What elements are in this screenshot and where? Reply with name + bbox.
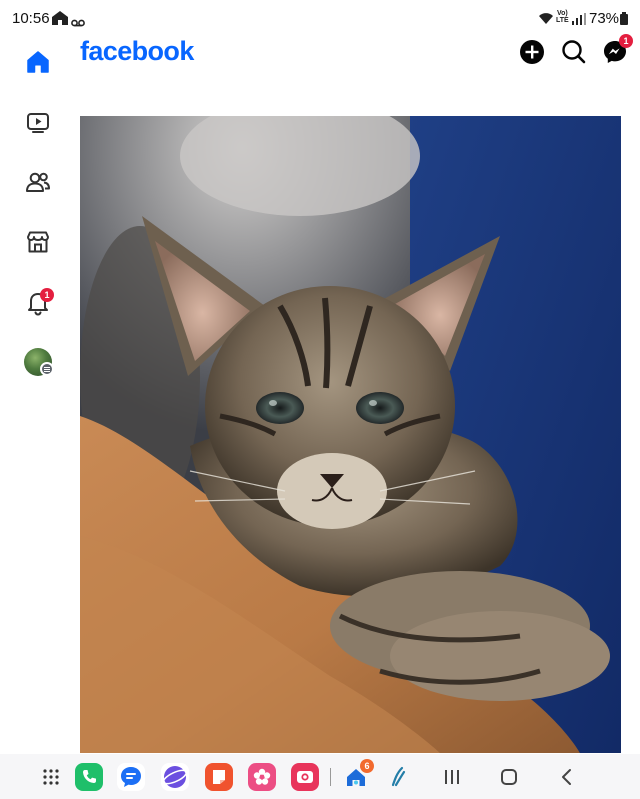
nav-friends[interactable] [22, 166, 54, 198]
nav-marketplace[interactable] [22, 226, 54, 258]
notes-app[interactable] [205, 763, 233, 791]
voicemail-icon [71, 14, 85, 32]
recents-button[interactable] [441, 766, 463, 788]
internet-icon [162, 766, 188, 788]
recent-app-badge: 6 [360, 759, 374, 773]
wifi-icon [538, 11, 554, 29]
status-time: 10:56 [12, 10, 50, 27]
menu-icon [40, 362, 54, 376]
signal-icon [572, 12, 586, 30]
messages-icon [121, 767, 141, 787]
battery-percent: 73% [589, 10, 620, 27]
battery-icon [620, 12, 628, 30]
back-button[interactable] [556, 766, 578, 788]
nav-profile[interactable] [22, 346, 54, 378]
messenger-badge: 1 [619, 34, 633, 48]
recents-icon [445, 770, 459, 784]
camera-app[interactable] [291, 763, 319, 791]
messenger-button[interactable]: 1 [601, 34, 633, 66]
volte-line2: LTE [556, 17, 569, 24]
phone-icon [83, 770, 96, 783]
marketplace-icon [27, 231, 49, 253]
home-icon [27, 51, 49, 73]
search-icon [562, 40, 586, 64]
internet-app[interactable] [161, 763, 189, 791]
create-post-button[interactable] [518, 38, 546, 66]
apps-grid-icon[interactable] [42, 768, 60, 786]
friends-icon [26, 172, 50, 192]
gallery-app[interactable] [248, 763, 276, 791]
nav-home[interactable] [22, 46, 54, 78]
kitten-photo [80, 116, 621, 753]
notifications-badge: 1 [40, 288, 54, 302]
smartthings-app[interactable]: 6 [342, 759, 374, 791]
notes-icon [213, 770, 225, 784]
status-bar: 10:56 Vo) LTE 73% [0, 0, 640, 36]
taskbar: 6 [0, 754, 640, 799]
recent-app[interactable] [384, 763, 412, 791]
home-key-icon [501, 769, 517, 785]
nav-notifications[interactable]: 1 [22, 286, 54, 318]
post-photo[interactable] [80, 116, 621, 753]
nav-video[interactable] [22, 106, 54, 138]
messages-app[interactable] [117, 763, 145, 791]
volte-line1: Vo) [556, 10, 568, 17]
search-button[interactable] [560, 38, 588, 66]
facebook-logo[interactable]: facebook [80, 36, 194, 67]
camera-icon [297, 771, 313, 783]
stylus-app-icon [391, 766, 406, 787]
video-icon [27, 113, 49, 133]
volte-indicator: Vo) LTE [556, 10, 569, 24]
phone-app[interactable] [75, 763, 103, 791]
back-icon [562, 769, 571, 785]
home-status-icon [52, 11, 68, 30]
flower-icon [253, 768, 271, 785]
home-key-button[interactable] [498, 766, 520, 788]
plus-circle-icon [520, 40, 544, 64]
taskbar-divider [330, 768, 331, 786]
